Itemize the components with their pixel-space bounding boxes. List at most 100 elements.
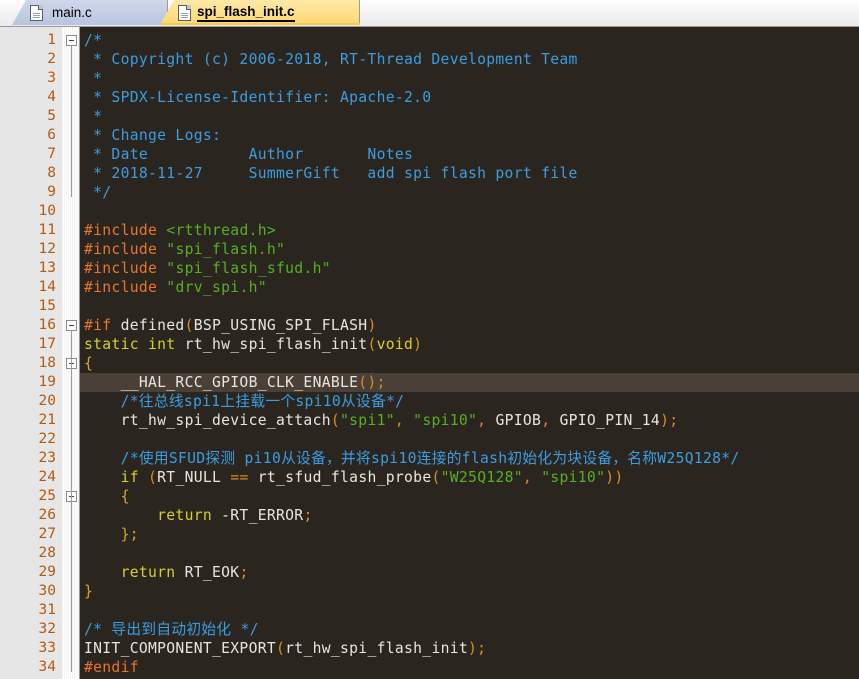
tab-main-c[interactable]: main.c: [12, 0, 168, 25]
code-content-area[interactable]: /* * Copyright (c) 2006-2018, RT-Thread …: [80, 27, 859, 679]
code-token: rt_hw_spi_flash_init: [285, 640, 469, 657]
code-token: return: [84, 564, 185, 581]
code-line[interactable]: * Change Logs:: [84, 126, 221, 145]
line-number: 4: [47, 89, 56, 105]
code-token: #include: [84, 260, 167, 277]
fold-toggle-icon[interactable]: [66, 35, 77, 46]
code-line[interactable]: #include "spi_flash.h": [84, 240, 285, 259]
line-number: 21: [38, 412, 56, 428]
code-token: INIT_COMPONENT_EXPORT: [84, 640, 276, 657]
code-folding-column[interactable]: [62, 27, 80, 679]
code-token: /*使用SFUD探测 pi10从设备，并将spi10连接的flash初始化为块设…: [84, 450, 740, 467]
code-line[interactable]: /* 导出到自动初始化 */: [84, 620, 259, 639]
code-token: (: [148, 469, 158, 486]
code-token: return: [84, 507, 222, 524]
code-line[interactable]: * Date Author Notes: [84, 145, 413, 164]
line-number: 17: [38, 336, 56, 352]
code-token: ,: [522, 469, 542, 486]
tab-spi-flash-init-c[interactable]: spi_flash_init.c: [160, 0, 360, 25]
code-token: void: [376, 336, 414, 353]
code-token: *: [84, 108, 103, 125]
code-line[interactable]: __HAL_RCC_GPIOB_CLK_ENABLE();: [84, 373, 386, 392]
code-line[interactable]: * Copyright (c) 2006-2018, RT-Thread Dev…: [84, 50, 578, 69]
code-token: RT_NULL: [157, 469, 231, 486]
code-token: #include: [84, 222, 167, 239]
line-number: 20: [38, 393, 56, 409]
code-token: ): [367, 317, 377, 334]
code-token: "W25Q128": [440, 469, 523, 486]
code-token: <rtthread.h>: [166, 222, 277, 239]
code-line[interactable]: return -RT_ERROR;: [84, 506, 313, 525]
code-token: "spi10": [413, 412, 478, 429]
line-number: 16: [38, 317, 56, 333]
line-number: 30: [38, 583, 56, 599]
code-line[interactable]: rt_hw_spi_device_attach("spi1", "spi10",…: [84, 411, 678, 430]
code-token: static int: [84, 336, 185, 353]
line-number: 2: [47, 51, 56, 67]
code-line[interactable]: #include "spi_flash_sfud.h": [84, 259, 331, 278]
code-token: }: [84, 583, 94, 600]
code-line[interactable]: * 2018-11-27 SummerGift add spi flash po…: [84, 164, 578, 183]
line-number: 11: [38, 222, 56, 238]
code-token: * Copyright (c) 2006-2018, RT-Thread Dev…: [84, 51, 578, 68]
code-line[interactable]: /*: [84, 31, 102, 50]
code-token: "spi1": [340, 412, 395, 429]
fold-toggle-icon[interactable]: [66, 320, 77, 331]
code-line[interactable]: #include "drv_spi.h": [84, 278, 267, 297]
tab-label: main.c: [52, 5, 92, 20]
code-line[interactable]: {: [84, 354, 93, 373]
code-token: rt_hw_spi_device_attach: [84, 412, 331, 429]
code-token: (: [184, 317, 194, 334]
code-token: * SPDX-License-Identifier: Apache-2.0: [84, 89, 432, 106]
line-number: 6: [47, 127, 56, 143]
line-number-gutter: 1 2 3 4 5 6 7 8 9 10 11 12 13 14 15 16 17 18 19 20 21 22 23 24 2…: [0, 27, 62, 679]
code-token: * Date Author Notes: [84, 146, 414, 163]
code-token: "drv_spi.h": [166, 279, 267, 296]
code-token: ): [413, 336, 423, 353]
line-number: 34: [38, 659, 56, 675]
code-token: "spi_flash_sfud.h": [166, 260, 331, 277]
code-token: GPIO_PIN_14: [559, 412, 661, 429]
code-token: ==: [230, 469, 258, 486]
line-number: 1: [47, 32, 56, 48]
code-line[interactable]: INIT_COMPONENT_EXPORT(rt_hw_spi_flash_in…: [84, 639, 486, 658]
code-token: RT_EOK: [184, 564, 240, 581]
code-token: {: [84, 488, 130, 505]
code-line[interactable]: };: [84, 525, 139, 544]
code-token: /*: [84, 32, 103, 49]
code-token: {: [84, 355, 94, 372]
fold-connector-line: [71, 46, 72, 197]
code-line[interactable]: #include <rtthread.h>: [84, 221, 276, 240]
code-line[interactable]: return RT_EOK;: [84, 563, 249, 582]
code-token: (: [431, 469, 441, 486]
line-number: 9: [47, 184, 56, 200]
line-number: 19: [38, 374, 56, 390]
code-token: (: [330, 412, 341, 429]
code-line[interactable]: #if defined(BSP_USING_SPI_FLASH): [84, 316, 377, 335]
code-token: * 2018-11-27 SummerGift add spi flash po…: [84, 165, 578, 182]
code-line[interactable]: {: [84, 487, 130, 506]
code-line[interactable]: }: [84, 582, 93, 601]
code-token: rt_sfud_flash_probe: [257, 469, 432, 486]
code-token: ,: [541, 412, 560, 429]
code-line[interactable]: *: [84, 69, 102, 88]
line-number: 27: [38, 526, 56, 542]
line-number: 12: [38, 241, 56, 257]
code-line[interactable]: static int rt_hw_spi_flash_init(void): [84, 335, 422, 354]
line-number: 31: [38, 602, 56, 618]
code-token: #endif: [84, 659, 139, 676]
code-line[interactable]: /*使用SFUD探测 pi10从设备，并将spi10连接的flash初始化为块设…: [84, 449, 740, 468]
code-line[interactable]: #endif: [84, 658, 139, 677]
code-token: ,: [394, 412, 414, 429]
code-token: (: [276, 640, 286, 657]
tab-label: spi_flash_init.c: [197, 4, 295, 22]
code-line[interactable]: /*往总线spi1上挂载一个spi10从设备*/: [84, 392, 404, 411]
code-line[interactable]: */: [84, 183, 111, 202]
code-line[interactable]: * SPDX-License-Identifier: Apache-2.0: [84, 88, 431, 107]
active-tab-indicator: [160, 23, 360, 25]
code-line[interactable]: if (RT_NULL == rt_sfud_flash_probe("W25Q…: [84, 468, 624, 487]
fold-connector-line: [71, 331, 72, 672]
code-editor[interactable]: 1 2 3 4 5 6 7 8 9 10 11 12 13 14 15 16 17 18 19 20 21 22 23 24 2…: [0, 27, 859, 679]
code-line[interactable]: *: [84, 107, 102, 126]
code-token: )): [605, 469, 624, 486]
